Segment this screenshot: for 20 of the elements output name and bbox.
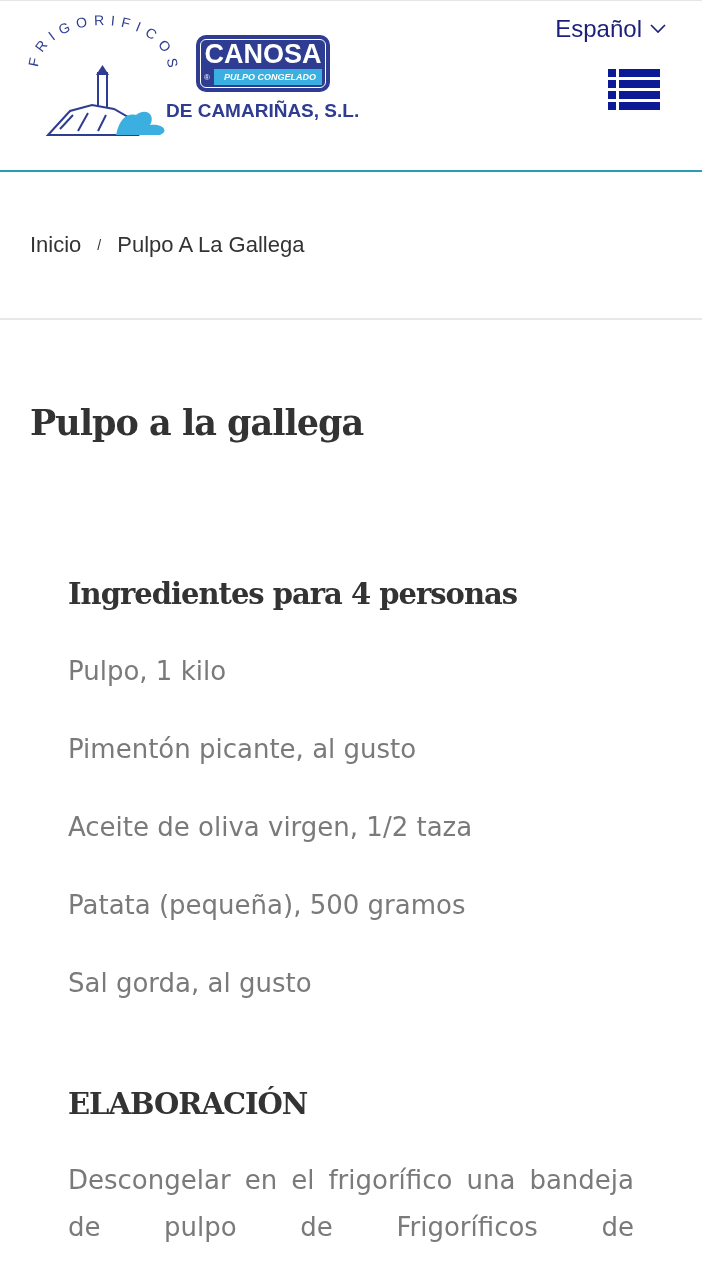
brand-name: CANOSA bbox=[204, 39, 322, 69]
ingredient-text: Patata (pequeña), 500 gramos bbox=[68, 889, 467, 922]
chevron-down-icon bbox=[650, 24, 666, 34]
brand-tagline: PULPO CONGELADO bbox=[213, 69, 322, 85]
preparation-text: Descongelar en el frigorífico una bandeja de pulpo de Frigoríficos de bbox=[68, 1164, 634, 1244]
company-name: DE CAMARIÑAS, S.L. bbox=[166, 100, 360, 122]
page-title: Pulpo a la gallega bbox=[30, 402, 365, 443]
breadcrumb-separator: / bbox=[97, 237, 102, 253]
language-selector[interactable]: Español bbox=[555, 15, 666, 43]
preparation-heading: ELABORACIÓN bbox=[68, 1087, 309, 1121]
registered-mark: ® bbox=[204, 72, 210, 82]
menu-icon bbox=[608, 69, 660, 111]
menu-button[interactable] bbox=[608, 69, 660, 111]
ingredient-text: Pulpo, 1 kilo bbox=[68, 655, 228, 688]
ingredient-text: Aceite de oliva virgen, 1/2 taza bbox=[68, 811, 474, 844]
breadcrumb-current[interactable]: Pulpo A La Gallega bbox=[117, 232, 305, 258]
breadcrumb-link[interactable]: Inicio bbox=[30, 232, 82, 258]
ingredient-text: Sal gorda, al gusto bbox=[68, 967, 313, 1000]
ingredients-heading: Ingredientes para 4 personas bbox=[68, 577, 519, 611]
ingredient-text: Pimentón picante, al gusto bbox=[68, 733, 418, 766]
